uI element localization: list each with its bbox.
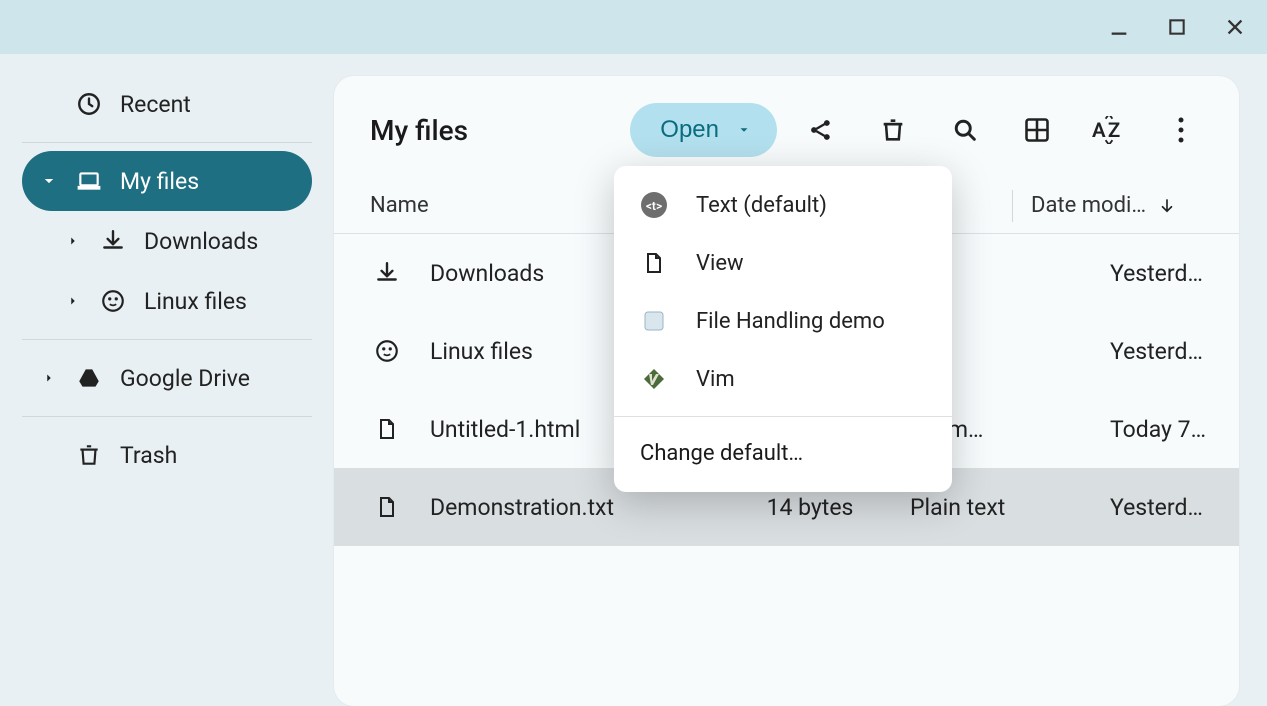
sidebar-label: Recent <box>120 91 191 118</box>
linux-icon <box>370 338 404 364</box>
chevron-right-icon <box>64 234 82 248</box>
file-size: 14 bytes <box>710 494 910 521</box>
sidebar-item-downloads[interactable]: Downloads <box>46 211 312 271</box>
grid-icon <box>1023 116 1051 144</box>
toolbar: My files Open AZ <box>334 76 1239 178</box>
open-button[interactable]: Open <box>630 103 777 157</box>
laptop-icon <box>76 168 102 194</box>
text-badge-icon: <t> <box>640 191 668 219</box>
sidebar-item-trash[interactable]: Trash <box>22 425 312 485</box>
file-icon <box>370 495 404 519</box>
file-icon <box>640 249 668 277</box>
close-button[interactable] <box>1215 7 1255 47</box>
divider <box>22 416 312 417</box>
menu-item-view[interactable]: View <box>614 234 952 292</box>
column-date[interactable]: Date modi… <box>1031 193 1211 218</box>
svg-text:Z: Z <box>1108 118 1120 142</box>
file-name: Demonstration.txt <box>430 494 710 521</box>
menu-item-vim[interactable]: Vim <box>614 350 952 408</box>
svg-text:<t>: <t> <box>646 199 662 213</box>
open-with-menu: <t> Text (default) View File Handling de… <box>614 166 952 492</box>
sort-az-icon: AZ <box>1092 116 1126 144</box>
search-icon <box>951 116 979 144</box>
file-date: Today 7:54 AM <box>1080 416 1211 443</box>
menu-item-change-default[interactable]: Change default… <box>614 425 952 482</box>
menu-label: View <box>696 251 744 276</box>
sidebar-item-linux-files[interactable]: Linux files <box>46 271 312 331</box>
trash-icon <box>76 442 102 468</box>
menu-divider <box>614 416 952 417</box>
menu-label: Text (default) <box>696 193 827 218</box>
google-drive-icon <box>76 365 102 391</box>
file-date: Yesterday 7:0… <box>1080 338 1211 365</box>
sort-button[interactable]: AZ <box>1081 102 1137 158</box>
share-button[interactable] <box>793 102 849 158</box>
page-title: My files <box>370 114 630 147</box>
share-icon <box>807 116 835 144</box>
sidebar-item-my-files[interactable]: My files <box>22 151 312 211</box>
menu-label: Vim <box>696 367 735 392</box>
chevron-down-icon <box>737 123 751 137</box>
file-type: Plain text <box>910 494 1080 521</box>
main-panel: My files Open AZ <box>334 76 1239 706</box>
sidebar-label: Trash <box>120 442 177 469</box>
sidebar-label: Google Drive <box>120 365 250 392</box>
arrow-down-icon <box>1158 197 1176 215</box>
open-label: Open <box>660 116 719 144</box>
menu-label: File Handling demo <box>696 309 885 334</box>
file-date: Yesterday 9:2… <box>1080 260 1211 287</box>
maximize-button[interactable] <box>1157 7 1197 47</box>
vim-icon <box>640 365 668 393</box>
trash-icon <box>879 116 907 144</box>
more-button[interactable] <box>1153 102 1209 158</box>
sidebar-label: Downloads <box>144 228 258 255</box>
sidebar-item-recent[interactable]: Recent <box>22 74 312 134</box>
chevron-down-icon <box>40 174 58 188</box>
search-button[interactable] <box>937 102 993 158</box>
sidebar-label: My files <box>120 168 199 195</box>
window-titlebar <box>0 0 1267 54</box>
sidebar-label: Linux files <box>144 288 247 315</box>
chevron-right-icon <box>64 294 82 308</box>
chevron-right-icon <box>40 371 58 385</box>
menu-label: Change default… <box>640 441 803 466</box>
sidebar: Recent My files Downloads <box>0 54 334 706</box>
file-icon <box>370 417 404 441</box>
divider <box>22 339 312 340</box>
delete-button[interactable] <box>865 102 921 158</box>
sidebar-item-google-drive[interactable]: Google Drive <box>22 348 312 408</box>
download-icon <box>370 260 404 286</box>
divider <box>22 142 312 143</box>
linux-icon <box>100 288 126 314</box>
minimize-button[interactable] <box>1099 7 1139 47</box>
download-icon <box>100 228 126 254</box>
view-toggle-button[interactable] <box>1009 102 1065 158</box>
clock-icon <box>76 91 102 117</box>
menu-item-text-default[interactable]: <t> Text (default) <box>614 176 952 234</box>
menu-item-file-handling-demo[interactable]: File Handling demo <box>614 292 952 350</box>
svg-text:A: A <box>1092 118 1106 142</box>
file-date: Yesterday 9:1… <box>1080 494 1211 521</box>
column-separator <box>1012 190 1013 222</box>
more-vert-icon <box>1177 116 1185 144</box>
demo-app-icon <box>640 307 668 335</box>
